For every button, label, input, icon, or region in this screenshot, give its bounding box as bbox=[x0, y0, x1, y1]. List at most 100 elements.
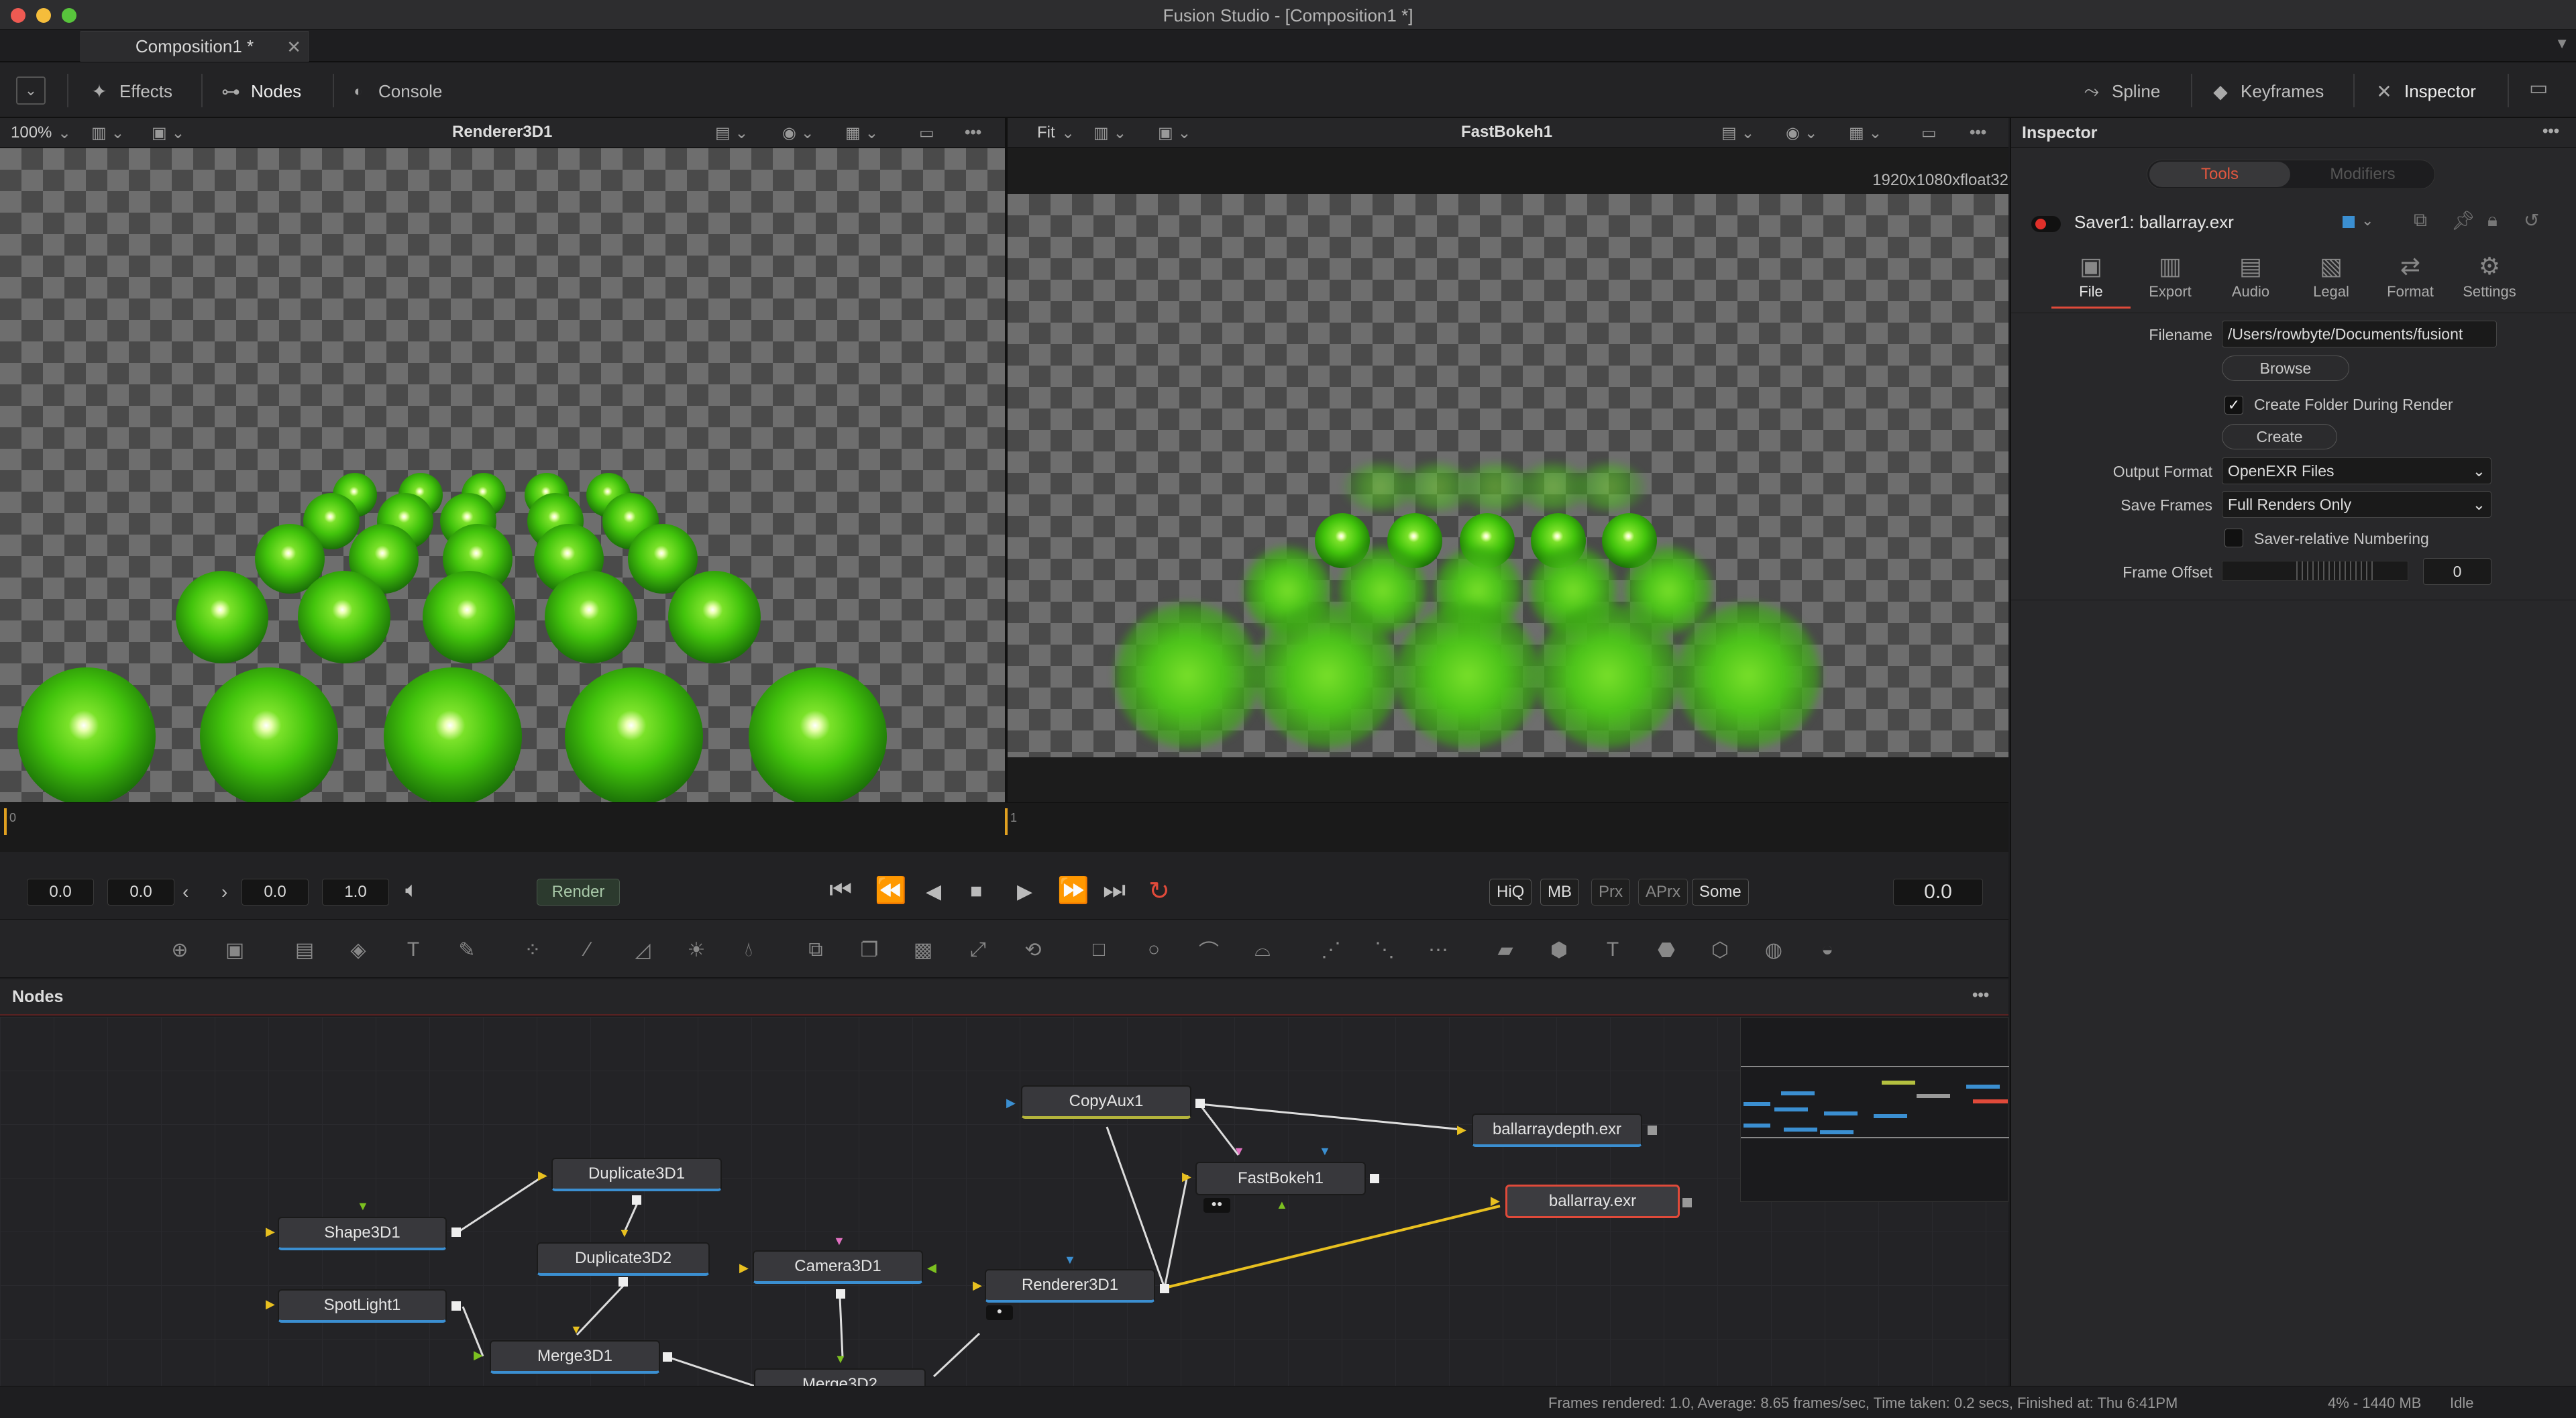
render-end-field[interactable]: 0.0 bbox=[241, 879, 309, 906]
node-input-triangle[interactable]: ▶ bbox=[1182, 1170, 1191, 1184]
node-duplicate3d2[interactable]: Duplicate3D2 bbox=[537, 1242, 710, 1276]
node-input-triangle[interactable]: ▶ bbox=[266, 1297, 275, 1311]
effects-button[interactable]: ✦ Effects bbox=[87, 76, 172, 106]
node-output-port[interactable] bbox=[619, 1277, 628, 1287]
go-to-end-icon[interactable]: ⏭ bbox=[1103, 876, 1126, 905]
tool-enable-toggle[interactable] bbox=[2031, 216, 2061, 232]
node-input-triangle[interactable]: ▲ bbox=[1276, 1198, 1288, 1212]
channels-icon[interactable]: ◉ ⌄ bbox=[1786, 123, 1818, 143]
tab-tools[interactable]: Tools bbox=[2149, 162, 2290, 187]
nodes-more-icon[interactable]: ••• bbox=[1972, 986, 1989, 1005]
paint-brush-icon[interactable]: ✎ bbox=[452, 936, 482, 963]
node-merge3d1[interactable]: Merge3D1 bbox=[490, 1340, 660, 1374]
subtab-file[interactable]: ▣ File bbox=[2051, 250, 2131, 309]
left-viewer-more-icon[interactable]: ••• bbox=[965, 123, 981, 142]
tool-color-swatch[interactable] bbox=[2343, 216, 2355, 228]
node-input-triangle[interactable]: ▼ bbox=[1319, 1144, 1331, 1158]
console-button[interactable]: ◐ Console bbox=[346, 76, 442, 106]
node-spotlight1[interactable]: SpotLight1 bbox=[278, 1289, 447, 1323]
saver-relative-checkbox[interactable] bbox=[2224, 529, 2243, 547]
matte-control-icon[interactable]: ▩ bbox=[908, 936, 938, 963]
safe-area-icon[interactable]: ▭ bbox=[1921, 123, 1937, 143]
node-input-triangle[interactable]: ▶ bbox=[1491, 1194, 1500, 1208]
viewer-lut-icon[interactable]: ▥ ⌄ bbox=[91, 123, 124, 143]
tab-modifiers[interactable]: Modifiers bbox=[2293, 162, 2432, 187]
image-plane-3d-icon[interactable]: ▰ bbox=[1491, 936, 1520, 963]
spline-button[interactable]: ⤳ Spline bbox=[2080, 76, 2160, 106]
document-tab[interactable]: Composition1 * ✕ bbox=[80, 31, 309, 62]
tool-version-chevron-icon[interactable]: ⌄ bbox=[2361, 212, 2373, 229]
right-viewer-more-icon[interactable]: ••• bbox=[1970, 123, 1986, 142]
particle-style-icon[interactable]: ⋯ bbox=[1424, 936, 1453, 963]
grid-icon[interactable]: ▦ ⌄ bbox=[1849, 123, 1882, 143]
node-input-triangle[interactable]: ◀ bbox=[927, 1261, 936, 1275]
node-output-port[interactable] bbox=[451, 1228, 461, 1237]
right-playhead[interactable] bbox=[1005, 808, 1008, 835]
aprx-button[interactable]: APrx bbox=[1638, 879, 1688, 906]
right-viewer-canvas[interactable]: 1920x1080xfloat32 bbox=[1008, 148, 2008, 802]
node-input-triangle[interactable]: ▶ bbox=[973, 1278, 982, 1293]
node-input-triangle[interactable]: ▶ bbox=[1006, 1096, 1016, 1110]
node-output-port[interactable] bbox=[663, 1352, 672, 1362]
layout-toggle-icon[interactable]: ⌄ bbox=[16, 76, 46, 105]
reset-icon[interactable]: ↺ bbox=[2524, 209, 2539, 231]
create-folder-checkbox[interactable]: ✓ bbox=[2224, 396, 2243, 415]
safe-area-icon[interactable]: ▭ bbox=[919, 123, 934, 143]
navigator-viewport[interactable] bbox=[1741, 1066, 2009, 1138]
time-ruler[interactable]: 0 1 bbox=[0, 802, 2008, 866]
node-output-port[interactable] bbox=[836, 1289, 845, 1299]
paint-shapes-icon[interactable]: ◈ bbox=[343, 936, 373, 963]
node-output-port[interactable] bbox=[451, 1301, 461, 1311]
node-output-port[interactable] bbox=[1370, 1174, 1379, 1183]
prx-button[interactable]: Prx bbox=[1591, 879, 1630, 906]
node-input-triangle[interactable]: ▼ bbox=[619, 1226, 631, 1240]
node-input-triangle[interactable]: ▼ bbox=[1233, 1144, 1245, 1158]
shape-3d-icon[interactable]: ⬢ bbox=[1544, 936, 1574, 963]
inspector-button[interactable]: ✕ Inspector bbox=[2372, 76, 2476, 106]
loader-icon[interactable]: ⊕ bbox=[165, 936, 195, 963]
render-start-field[interactable]: 0.0 bbox=[107, 879, 174, 906]
right-viewer-zoom[interactable]: Fit bbox=[1037, 123, 1055, 142]
lock-icon[interactable]: 🔒︎ bbox=[2487, 209, 2498, 231]
background-icon[interactable]: ▤ bbox=[290, 936, 319, 963]
node-output-port[interactable] bbox=[1682, 1198, 1692, 1207]
tab-menu-chevron-icon[interactable]: ▼ bbox=[2555, 35, 2569, 52]
transform-icon[interactable]: ⤢ bbox=[963, 936, 993, 963]
merge-3d-icon[interactable]: ⬣ bbox=[1652, 936, 1681, 963]
frame-offset-slider[interactable] bbox=[2222, 561, 2408, 581]
roi-icon[interactable]: ▤ ⌄ bbox=[715, 123, 748, 143]
node-output-port[interactable] bbox=[1195, 1099, 1205, 1108]
current-time-field[interactable]: 0.0 bbox=[1893, 879, 1983, 906]
subtab-format[interactable]: ⇄ Format bbox=[2371, 250, 2450, 309]
node-input-triangle[interactable]: ▶ bbox=[474, 1348, 483, 1362]
node-duplicate3d1[interactable]: Duplicate3D1 bbox=[551, 1158, 722, 1191]
rectangle-mask-icon[interactable]: □ bbox=[1084, 936, 1114, 963]
node-input-triangle[interactable]: ▶ bbox=[1457, 1123, 1466, 1137]
grid-icon[interactable]: ▦ ⌄ bbox=[845, 123, 878, 143]
subtab-settings[interactable]: ⚙ Settings bbox=[2450, 250, 2529, 309]
subtab-audio[interactable]: ▤ Audio bbox=[2211, 250, 2290, 309]
node-input-triangle[interactable]: ▶ bbox=[739, 1261, 749, 1275]
mb-button[interactable]: MB bbox=[1540, 879, 1579, 906]
particle-emitter-icon[interactable]: ⋰ bbox=[1316, 936, 1346, 963]
stop-icon[interactable]: ■ bbox=[970, 880, 982, 903]
node-fastbokeh1[interactable]: FastBokeh1 bbox=[1195, 1162, 1366, 1195]
left-playhead[interactable] bbox=[4, 808, 7, 835]
step-field[interactable]: 1.0 bbox=[322, 879, 389, 906]
merge-icon[interactable]: ⧉ bbox=[801, 936, 830, 963]
node-input-triangle[interactable]: ▶ bbox=[538, 1168, 547, 1183]
saver-icon[interactable]: ▣ bbox=[220, 936, 250, 963]
zoom-chevron-icon[interactable]: ⌄ bbox=[58, 123, 71, 143]
node-shape3d1[interactable]: Shape3D1 bbox=[278, 1217, 447, 1250]
node-input-triangle[interactable]: ▼ bbox=[1064, 1253, 1076, 1267]
particle-render-icon[interactable]: ⋱ bbox=[1370, 936, 1399, 963]
node-merge3d2[interactable]: Merge3D2 bbox=[754, 1368, 926, 1386]
dissolve-icon[interactable]: ❐ bbox=[855, 936, 884, 963]
node-input-triangle[interactable]: ▶ bbox=[266, 1225, 275, 1239]
node-copyaux1[interactable]: CopyAux1 bbox=[1021, 1085, 1191, 1119]
filename-field[interactable]: /Users/rowbyte/Documents/fusiont bbox=[2222, 321, 2497, 347]
node-output-port[interactable] bbox=[1160, 1284, 1169, 1293]
close-tab-icon[interactable]: ✕ bbox=[286, 37, 301, 58]
resize-icon[interactable]: ⟲ bbox=[1018, 936, 1048, 963]
play-icon[interactable]: ▶ bbox=[1017, 880, 1032, 904]
